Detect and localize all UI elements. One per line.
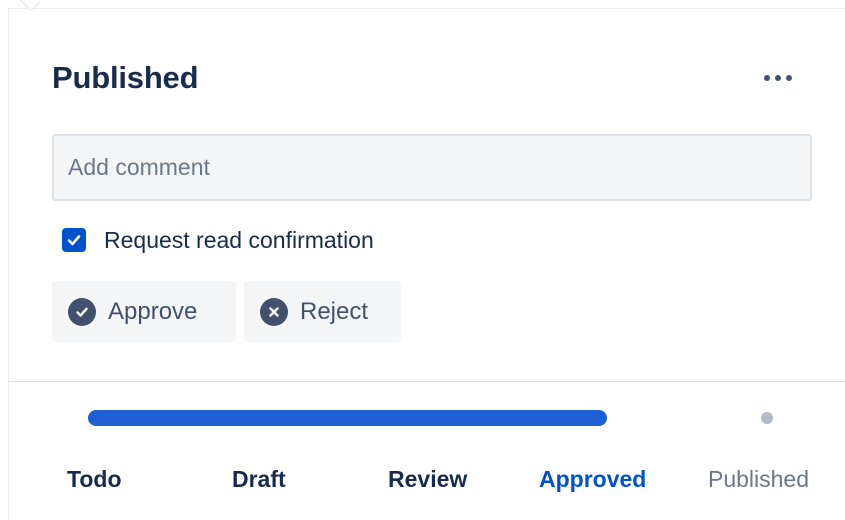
page-title: Published: [52, 60, 199, 95]
pending-step-dot: [761, 412, 773, 424]
more-horizontal-icon-dot: [775, 75, 781, 81]
comment-input[interactable]: [52, 134, 812, 201]
workflow-popover-page: Published Request read confirmation Appr…: [0, 0, 845, 520]
cross-circle-icon: [260, 297, 288, 326]
more-actions-button[interactable]: [752, 60, 804, 96]
workflow-step-approved: Approved: [539, 466, 647, 492]
workflow-step-review: Review: [388, 466, 468, 492]
reject-button[interactable]: Reject: [244, 281, 401, 342]
section-divider: [8, 381, 845, 382]
reject-button-label: Reject: [300, 297, 369, 325]
workflow-step-draft: Draft: [232, 466, 286, 492]
workflow-progress-bar: [88, 410, 608, 426]
more-horizontal-icon: [764, 75, 770, 81]
check-circle-icon: [68, 297, 96, 326]
workflow-step-todo: Todo: [67, 466, 122, 492]
read-confirmation-label: Request read confirmation: [104, 226, 374, 253]
approve-button-label: Approve: [108, 297, 198, 325]
read-confirmation-checkbox[interactable]: [62, 228, 86, 252]
checkmark-icon: [67, 235, 81, 246]
workflow-progress-fill: [88, 410, 607, 426]
workflow-step-published: Published: [708, 466, 810, 492]
approve-button[interactable]: Approve: [52, 281, 236, 342]
more-horizontal-icon-dot: [786, 75, 792, 81]
read-confirmation-checkbox-row[interactable]: Request read confirmation: [62, 225, 374, 255]
popover-caret: [20, 0, 40, 10]
